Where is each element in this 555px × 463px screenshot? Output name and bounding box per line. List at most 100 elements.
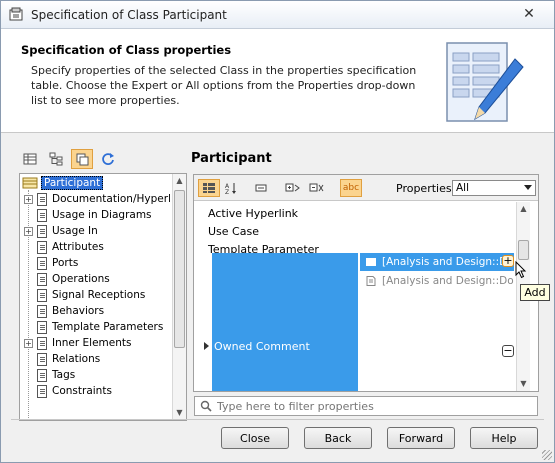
document-icon [37,368,47,382]
back-button[interactable]: Back [304,427,372,449]
compact-view-icon [76,153,89,166]
document-icon [37,256,47,270]
comment-icon [366,258,376,266]
tree-scroll-thumb[interactable] [174,190,185,348]
app-icon [9,7,23,21]
scroll-up-icon[interactable]: ▲ [517,202,530,215]
window-title: Specification of Class Participant [31,8,227,22]
tree-item[interactable]: Operations [24,271,110,287]
tree-scrollbar[interactable]: ▲ ▼ [172,174,186,420]
document-icon [37,304,47,318]
tree-item-label: Usage in Diagrams [52,209,152,221]
tree-item[interactable]: + Inner Elements [24,335,131,351]
tree-item[interactable]: Template Parameters [24,319,163,335]
tree-item[interactable]: Attributes [24,239,104,255]
scroll-up-icon[interactable]: ▲ [173,174,186,187]
tree-item-label: Signal Receptions [52,289,146,301]
filter-input[interactable] [217,398,527,414]
document-icon [37,192,47,206]
tree-item-root[interactable]: Participant [22,175,104,191]
tree-item-label: Tags [52,369,76,381]
close-button[interactable]: Close [221,427,289,449]
list-view-icon [23,153,37,165]
tree-item-label: Constraints [52,385,112,397]
owned-comment-name-cell[interactable] [212,253,358,391]
properties-scroll-thumb[interactable] [518,240,529,260]
tree-item[interactable]: Relations [24,351,100,367]
properties-toolbar: A Z abc Properties: All [194,175,538,201]
collapse-button[interactable] [250,179,272,197]
owned-comment-item[interactable]: [Analysis and Design::Do [360,272,514,290]
mouse-cursor-icon [515,261,527,279]
collapse-all-button[interactable] [306,179,328,197]
expand-icon[interactable]: + [24,194,33,204]
header-description: Specify properties of the selected Class… [31,64,417,107]
expand-icon[interactable]: + [24,226,33,236]
specification-dialog: Specification of Class Participant ✕ Spe… [0,0,555,463]
owned-comment-item-text: [Analysis and Design::Do [382,275,514,287]
abc-button[interactable]: abc [340,179,362,197]
tree-item[interactable]: Ports [24,255,78,271]
close-window-button[interactable]: ✕ [511,5,547,23]
tree-item[interactable]: + Usage In [24,223,98,239]
tree-view-icon [49,152,63,166]
add-value-button[interactable]: + [502,255,514,267]
note-icon [366,276,376,286]
document-icon [37,208,47,222]
tree-item[interactable]: Usage in Diagrams [24,207,152,223]
owned-comment-item-text: [Analysis and Design::Do [382,256,514,268]
tree-item-label: Relations [52,353,101,365]
refresh-icon [102,153,114,165]
button-separator [11,419,544,420]
document-icon [37,384,47,398]
navigation-tree: Participant + Documentation/Hyperlinks Usa… [19,173,187,421]
tree-item-label: Ports [52,257,79,269]
minus-icon: − [503,344,513,357]
resize-grip[interactable] [542,450,552,460]
tree-item[interactable]: Constraints [24,383,112,399]
help-button[interactable]: Help [470,427,538,449]
svg-text:Z: Z [225,189,229,195]
property-row[interactable]: Use Case [208,225,259,238]
sort-alphabetically-button[interactable]: A Z [220,179,242,197]
scroll-down-icon[interactable]: ▼ [173,406,186,419]
add-tooltip: Add [520,284,550,301]
tree-root-label: Participant [41,176,104,190]
left-toolbar [19,149,119,169]
compact-view-button[interactable] [71,149,93,169]
expand-all-button[interactable] [282,179,304,197]
element-title: Participant [191,151,272,166]
filter-field[interactable] [194,396,538,416]
refresh-button[interactable] [97,149,119,169]
tree-item[interactable]: Signal Receptions [24,287,145,303]
properties-dropdown[interactable]: All [452,180,536,196]
property-row[interactable]: Active Hyperlink [208,207,298,220]
document-icon [37,320,47,334]
sort-az-icon: A Z [225,183,236,195]
collapse-icon [255,184,267,192]
search-icon [200,400,212,412]
tree-item-label: Attributes [52,241,104,253]
document-pencil-icon [446,42,524,122]
abc-icon: abc [342,183,360,193]
tree-item[interactable]: + Documentation/Hyperlinks [24,191,187,207]
forward-button[interactable]: Forward [387,427,455,449]
document-icon [37,288,47,302]
scroll-down-icon[interactable]: ▼ [517,377,530,390]
tree-item[interactable]: Behaviors [24,303,104,319]
owned-comment-value-cell: [Analysis and Design::Do [Analysis and D… [360,253,516,391]
expand-icon[interactable]: + [24,338,33,348]
tree-item[interactable]: Tags [24,367,75,383]
categorized-view-button[interactable] [198,179,220,197]
remove-value-button[interactable]: − [502,345,514,357]
header-panel: Specification of Class properties Specif… [1,29,554,133]
owned-comment-item[interactable]: [Analysis and Design::Do [360,253,514,271]
list-view-button[interactable] [19,149,41,169]
tree-item-label: Documentation/Hyperlinks [52,193,187,205]
tree-view-button[interactable] [45,149,67,169]
